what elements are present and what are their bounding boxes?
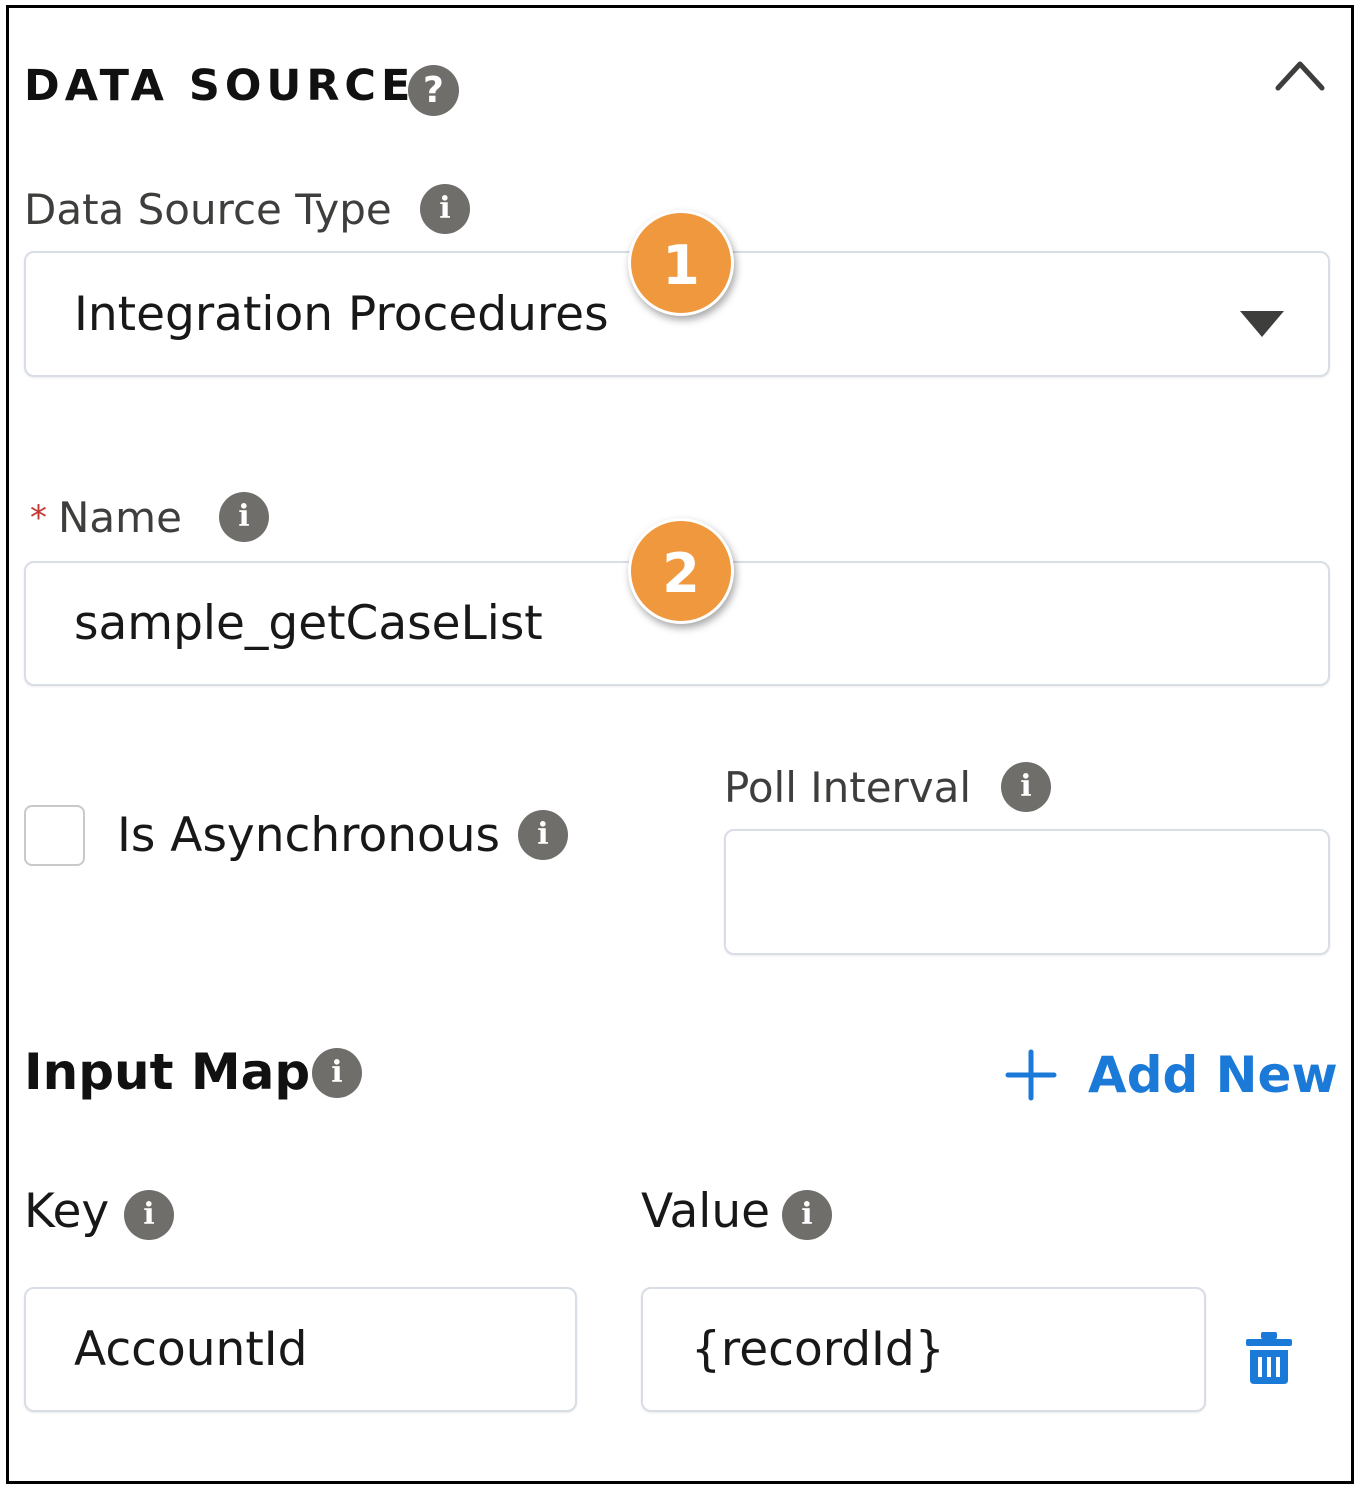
name-info-icon[interactable]: i — [219, 492, 269, 542]
key-label: Key — [24, 1184, 110, 1239]
is-asynchronous-label: Is Asynchronous — [117, 808, 501, 863]
key-info-icon[interactable]: i — [124, 1190, 174, 1240]
poll-interval-input[interactable] — [724, 829, 1330, 955]
callout-badge-2: 2 — [628, 518, 734, 624]
input-map-info-icon[interactable]: i — [312, 1048, 362, 1098]
plus-icon — [1005, 1049, 1057, 1101]
callout-badge-1: 1 — [628, 210, 734, 316]
data-source-type-value: Integration Procedures — [74, 287, 609, 342]
key-value: AccountId — [74, 1322, 308, 1377]
poll-interval-label: Poll Interval — [724, 763, 972, 812]
value-label: Value — [641, 1184, 771, 1239]
add-new-button[interactable]: Add New — [1004, 1040, 1338, 1110]
add-new-label: Add New — [1088, 1046, 1338, 1104]
data-source-type-label: Data Source Type — [24, 185, 392, 234]
name-label: Name — [58, 493, 182, 542]
trash-icon[interactable] — [1244, 1330, 1294, 1386]
help-icon[interactable]: ? — [408, 65, 459, 116]
input-map-title: Input Map — [24, 1043, 311, 1101]
required-indicator: * — [30, 498, 47, 538]
value-value: {recordId} — [691, 1322, 945, 1377]
dropdown-arrow-icon[interactable] — [1238, 309, 1286, 339]
is-asynchronous-checkbox[interactable] — [24, 805, 85, 866]
value-info-icon[interactable]: i — [782, 1190, 832, 1240]
poll-interval-info-icon[interactable]: i — [1001, 762, 1051, 812]
data-source-type-info-icon[interactable]: i — [420, 184, 470, 234]
panel-title: DATA SOURCE — [24, 61, 416, 111]
name-value: sample_getCaseList — [74, 596, 543, 651]
is-asynchronous-info-icon[interactable]: i — [518, 810, 568, 860]
chevron-up-icon[interactable] — [1274, 52, 1326, 96]
